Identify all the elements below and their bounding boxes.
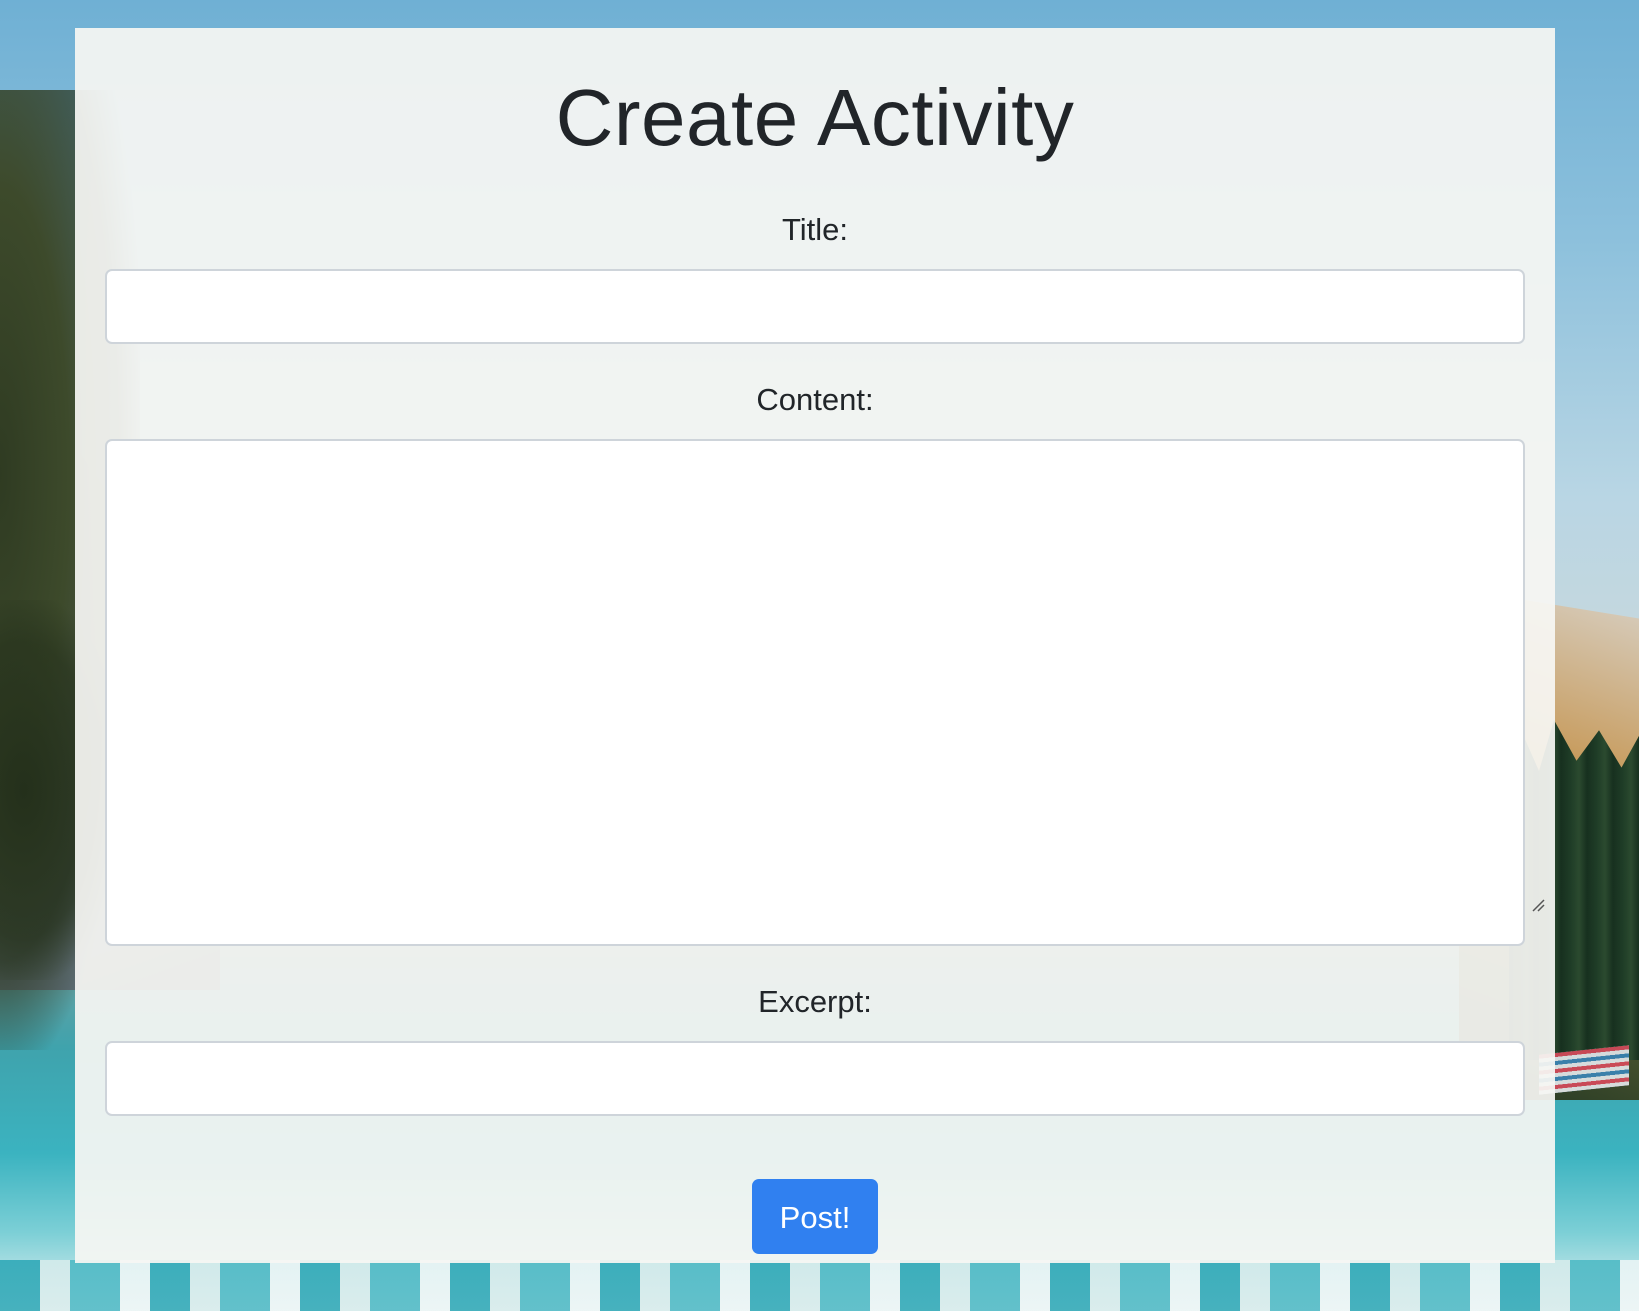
background-lake-water <box>0 1260 1639 1311</box>
page-title: Create Activity <box>555 73 1075 162</box>
title-label: Title: <box>781 212 849 247</box>
title-input[interactable] <box>105 269 1525 344</box>
excerpt-label: Excerpt: <box>758 984 872 1019</box>
submit-button-row: Post! <box>105 1179 1525 1254</box>
excerpt-input[interactable] <box>105 1041 1525 1116</box>
content-label: Content: <box>756 382 874 417</box>
content-textarea[interactable] <box>105 439 1525 946</box>
post-button[interactable]: Post! <box>752 1179 878 1254</box>
resize-grip-icon[interactable] <box>1531 898 1545 912</box>
create-activity-form: Create Activity Title: Content: Excerpt:… <box>75 28 1555 1263</box>
